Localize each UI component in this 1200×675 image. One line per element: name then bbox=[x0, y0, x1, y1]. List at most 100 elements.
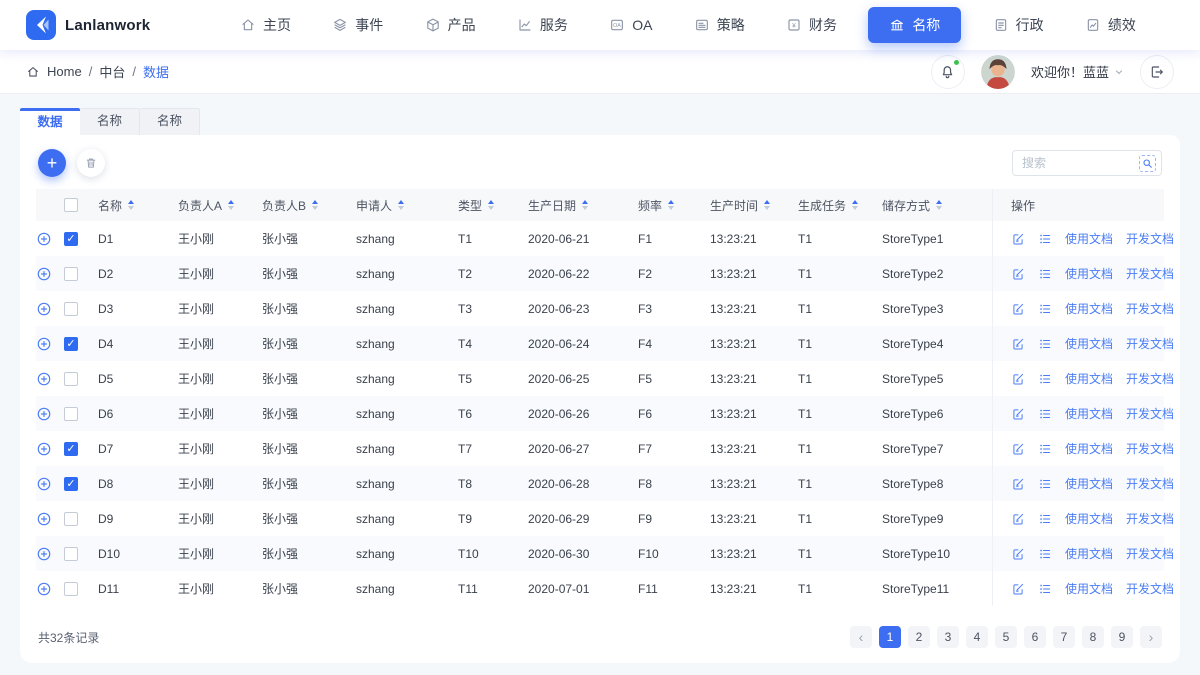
row-expand-button[interactable] bbox=[36, 406, 64, 422]
tab-3[interactable]: 名称 bbox=[140, 108, 201, 135]
sort-icon[interactable] bbox=[488, 200, 495, 210]
nav-item-主页[interactable]: 主页 bbox=[230, 8, 301, 42]
row-checkbox[interactable] bbox=[64, 581, 78, 596]
prev-page-button[interactable]: ‹ bbox=[850, 626, 872, 648]
row-checkbox[interactable]: ✓ bbox=[64, 231, 78, 246]
dev-doc-link[interactable]: 开发文档 bbox=[1126, 510, 1174, 527]
sort-icon[interactable] bbox=[312, 200, 319, 210]
nav-item-事件[interactable]: 事件 bbox=[322, 8, 393, 42]
page-button-1[interactable]: 1 bbox=[879, 626, 901, 648]
page-button-9[interactable]: 9 bbox=[1111, 626, 1133, 648]
dev-doc-link[interactable]: 开发文档 bbox=[1126, 545, 1174, 562]
row-expand-button[interactable] bbox=[36, 266, 64, 282]
row-checkbox[interactable] bbox=[64, 371, 78, 386]
edit-icon[interactable] bbox=[1011, 372, 1025, 386]
row-checkbox[interactable] bbox=[64, 301, 78, 316]
list-icon[interactable] bbox=[1038, 407, 1052, 421]
edit-icon[interactable] bbox=[1011, 582, 1025, 596]
sort-icon[interactable] bbox=[936, 200, 943, 210]
page-button-4[interactable]: 4 bbox=[966, 626, 988, 648]
usage-doc-link[interactable]: 使用文档 bbox=[1065, 335, 1113, 352]
sort-icon[interactable] bbox=[398, 200, 405, 210]
list-icon[interactable] bbox=[1038, 372, 1052, 386]
dev-doc-link[interactable]: 开发文档 bbox=[1126, 580, 1174, 597]
dev-doc-link[interactable]: 开发文档 bbox=[1126, 300, 1174, 317]
edit-icon[interactable] bbox=[1011, 337, 1025, 351]
page-button-5[interactable]: 5 bbox=[995, 626, 1017, 648]
page-button-7[interactable]: 7 bbox=[1053, 626, 1075, 648]
page-button-6[interactable]: 6 bbox=[1024, 626, 1046, 648]
row-expand-button[interactable] bbox=[36, 231, 64, 247]
row-checkbox[interactable] bbox=[64, 546, 78, 561]
page-button-3[interactable]: 3 bbox=[937, 626, 959, 648]
search-icon[interactable] bbox=[1139, 154, 1156, 172]
list-icon[interactable] bbox=[1038, 337, 1052, 351]
edit-icon[interactable] bbox=[1011, 512, 1025, 526]
edit-icon[interactable] bbox=[1011, 302, 1025, 316]
row-checkbox[interactable]: ✓ bbox=[64, 476, 78, 491]
list-icon[interactable] bbox=[1038, 512, 1052, 526]
dev-doc-link[interactable]: 开发文档 bbox=[1126, 440, 1174, 457]
dev-doc-link[interactable]: 开发文档 bbox=[1126, 405, 1174, 422]
dev-doc-link[interactable]: 开发文档 bbox=[1126, 335, 1174, 352]
edit-icon[interactable] bbox=[1011, 232, 1025, 246]
list-icon[interactable] bbox=[1038, 582, 1052, 596]
usage-doc-link[interactable]: 使用文档 bbox=[1065, 580, 1113, 597]
select-all-checkbox[interactable] bbox=[64, 198, 78, 212]
usage-doc-link[interactable]: 使用文档 bbox=[1065, 230, 1113, 247]
row-checkbox[interactable] bbox=[64, 266, 78, 281]
list-icon[interactable] bbox=[1038, 232, 1052, 246]
tab-2[interactable]: 名称 bbox=[80, 108, 141, 135]
user-avatar[interactable] bbox=[980, 54, 1015, 89]
sort-icon[interactable] bbox=[764, 200, 771, 210]
usage-doc-link[interactable]: 使用文档 bbox=[1065, 475, 1113, 492]
dev-doc-link[interactable]: 开发文档 bbox=[1126, 265, 1174, 282]
row-expand-button[interactable] bbox=[36, 511, 64, 527]
row-checkbox[interactable] bbox=[64, 511, 78, 526]
nav-item-行政[interactable]: 行政 bbox=[983, 8, 1054, 42]
sort-icon[interactable] bbox=[228, 200, 235, 210]
row-expand-button[interactable] bbox=[36, 476, 64, 492]
list-icon[interactable] bbox=[1038, 477, 1052, 491]
sort-icon[interactable] bbox=[582, 200, 589, 210]
row-expand-button[interactable] bbox=[36, 546, 64, 562]
usage-doc-link[interactable]: 使用文档 bbox=[1065, 370, 1113, 387]
row-expand-button[interactable] bbox=[36, 336, 64, 352]
notification-bell-button[interactable] bbox=[930, 54, 965, 89]
row-checkbox[interactable] bbox=[64, 406, 78, 421]
row-expand-button[interactable] bbox=[36, 301, 64, 317]
nav-item-策略[interactable]: 策略 bbox=[684, 8, 755, 42]
user-menu[interactable]: 欢迎你！蓝蓝 bbox=[1031, 62, 1124, 81]
usage-doc-link[interactable]: 使用文档 bbox=[1065, 300, 1113, 317]
search-input[interactable] bbox=[1022, 156, 1139, 170]
page-button-8[interactable]: 8 bbox=[1082, 626, 1104, 648]
usage-doc-link[interactable]: 使用文档 bbox=[1065, 265, 1113, 282]
row-checkbox[interactable]: ✓ bbox=[64, 336, 78, 351]
logout-button[interactable] bbox=[1140, 54, 1174, 89]
add-button[interactable]: + bbox=[38, 149, 66, 177]
nav-item-产品[interactable]: 产品 bbox=[415, 8, 486, 42]
list-icon[interactable] bbox=[1038, 267, 1052, 281]
edit-icon[interactable] bbox=[1011, 267, 1025, 281]
list-icon[interactable] bbox=[1038, 547, 1052, 561]
tab-1[interactable]: 数据 bbox=[20, 108, 80, 135]
usage-doc-link[interactable]: 使用文档 bbox=[1065, 440, 1113, 457]
delete-button[interactable] bbox=[77, 149, 105, 177]
edit-icon[interactable] bbox=[1011, 442, 1025, 456]
dev-doc-link[interactable]: 开发文档 bbox=[1126, 475, 1174, 492]
next-page-button[interactable]: › bbox=[1140, 626, 1162, 648]
row-expand-button[interactable] bbox=[36, 371, 64, 387]
dev-doc-link[interactable]: 开发文档 bbox=[1126, 230, 1174, 247]
row-expand-button[interactable] bbox=[36, 581, 64, 597]
edit-icon[interactable] bbox=[1011, 407, 1025, 421]
sort-icon[interactable] bbox=[668, 200, 675, 210]
nav-item-财务[interactable]: ¥ 财务 bbox=[776, 8, 847, 42]
edit-icon[interactable] bbox=[1011, 477, 1025, 491]
list-icon[interactable] bbox=[1038, 302, 1052, 316]
breadcrumb-item[interactable]: Home bbox=[47, 64, 82, 79]
brand[interactable]: Lanlanwork bbox=[26, 10, 194, 40]
nav-item-OA[interactable]: OA OA bbox=[599, 10, 662, 40]
page-button-2[interactable]: 2 bbox=[908, 626, 930, 648]
edit-icon[interactable] bbox=[1011, 547, 1025, 561]
breadcrumb-item[interactable]: 数据 bbox=[143, 62, 169, 81]
